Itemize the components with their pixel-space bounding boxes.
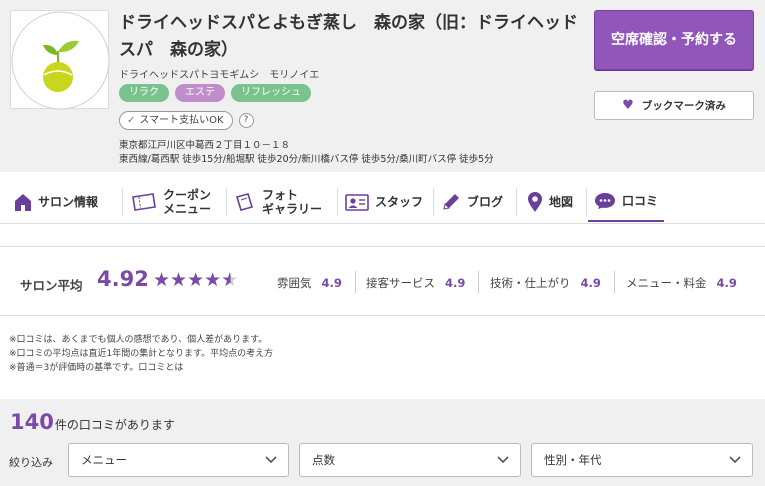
star-icon: ★ [153, 269, 171, 291]
pencil-icon [443, 194, 459, 210]
sub-rating-menu-price: メニュー・料金 4.9 [626, 275, 737, 291]
filter-label: 絞り込み [9, 456, 53, 469]
star-icon: ★ [204, 269, 222, 291]
rating-divider [614, 271, 615, 293]
review-notes: ※口コミは、あくまでも個人の感想であり、個人差があります。 ※口コミの平均点は直… [9, 333, 273, 375]
check-icon: ✓ [127, 115, 136, 126]
note-line: ※普通＝3が評価時の基準です。口コミとは [9, 363, 184, 373]
smart-pay-badge: ✓ スマート支払いOK [119, 111, 233, 130]
smart-pay-row: ✓ スマート支払いOK ? [119, 111, 254, 130]
map-pin-icon [528, 192, 542, 212]
star-rating: ★★★★★ [153, 269, 238, 291]
star-icon: ★ [187, 269, 205, 291]
star-icon: ★ [170, 269, 188, 291]
score-filter-value: 点数 [312, 453, 335, 467]
sub-rating-value: 4.9 [321, 276, 342, 290]
chevron-down-icon [265, 456, 277, 464]
menu-filter-select[interactable]: メニュー [68, 443, 289, 477]
average-label: サロン平均 [20, 278, 83, 293]
review-count-suffix: 件の口コミがあります [54, 418, 175, 432]
note-line: ※口コミは、あくまでも個人の感想であり、個人差があります。 [9, 335, 268, 345]
ticket-icon [132, 193, 156, 211]
half-star-icon: ★ [221, 269, 239, 291]
bookmark-label: ブックマーク済み [641, 100, 726, 112]
sub-rating-label: 接客サービス [366, 276, 435, 290]
tab-divider [122, 188, 123, 216]
salon-header: ドライヘッドスパとよもぎ蒸し 森の家（旧：ドライヘッドスパ 森の家） ドライヘッ… [0, 0, 765, 172]
tab-divider [433, 188, 434, 216]
sub-rating-label: 雰囲気 [277, 276, 312, 290]
sub-rating-value: 4.9 [716, 276, 737, 290]
tab-blog[interactable]: ブログ [441, 182, 503, 222]
salon-address: 東京都江戸川区中葛西２丁目１０－１８ [119, 140, 291, 151]
menu-filter-value: メニュー [81, 453, 127, 467]
sub-rating-service: 接客サービス 4.9 [366, 275, 465, 291]
heart-icon: ♥ [622, 98, 634, 113]
tab-coupon-menu-label: クーポン メニュー [163, 188, 212, 216]
tab-divider [586, 188, 587, 216]
sub-rating-label: メニュー・料金 [626, 276, 707, 290]
tab-divider [226, 188, 227, 216]
average-score: 4.92 [97, 267, 149, 291]
help-icon[interactable]: ? [238, 113, 254, 128]
rating-summary: サロン平均 4.92 ★★★★★ 雰囲気 4.9 接客サービス 4.9 技術・仕上が… [0, 246, 765, 316]
review-count: 140件の口コミがあります [10, 410, 175, 434]
home-icon [15, 194, 31, 211]
note-line: ※口コミの平均点は直近1年間の集計となります。平均点の考え方 [9, 349, 274, 359]
tab-staff-label: スタッフ [375, 195, 424, 209]
reserve-button[interactable]: 空席確認・予約する [594, 10, 754, 70]
speech-bubble-icon [595, 193, 615, 209]
tab-staff[interactable]: スタッフ [345, 182, 423, 222]
salon-tabs: サロン情報 クーポン メニュー フォト ギャラリー スタッフ ブログ 地図 口コ… [0, 172, 765, 224]
rating-divider [355, 271, 356, 293]
review-filters: 140件の口コミがあります 絞り込み メニュー 点数 性別・年代 [0, 399, 765, 486]
gender-age-filter-select[interactable]: 性別・年代 [531, 443, 753, 477]
chevron-down-icon [729, 456, 741, 464]
photo-icon [235, 193, 254, 211]
tab-coupon-menu[interactable]: クーポン メニュー [131, 182, 211, 222]
gender-age-filter-value: 性別・年代 [544, 453, 602, 467]
smart-pay-label: スマート支払いOK [139, 115, 224, 126]
salon-logo [10, 10, 110, 110]
sub-rating-value: 4.9 [580, 276, 601, 290]
review-count-number: 140 [10, 410, 54, 434]
sprout-logo-icon [11, 11, 110, 110]
tag-esthe[interactable]: エステ [175, 84, 225, 102]
tab-salon-info[interactable]: サロン情報 [14, 182, 98, 222]
salon-access: 東西線/葛西駅 徒歩15分/船堀駅 徒歩20分/新川橋バス停 徒歩5分/桑川町バ… [119, 154, 494, 165]
tag-refresh[interactable]: リフレッシュ [231, 84, 311, 102]
sub-rating-label: 技術・仕上がり [490, 276, 571, 290]
tab-map-label: 地図 [549, 195, 574, 209]
tab-divider [337, 188, 338, 216]
chevron-down-icon [497, 456, 509, 464]
salon-title: ドライヘッドスパとよもぎ蒸し 森の家（旧：ドライヘッドスパ 森の家） [119, 13, 578, 60]
tab-photo-gallery-label: フォト ギャラリー [262, 188, 323, 216]
genre-tags: リラク エステ リフレッシュ [119, 84, 311, 102]
tab-blog-label: ブログ [467, 195, 504, 209]
sub-rating-value: 4.9 [445, 276, 466, 290]
sub-rating-atmosphere: 雰囲気 4.9 [277, 275, 342, 291]
tab-map[interactable]: 地図 [527, 182, 573, 222]
tab-divider [516, 188, 517, 216]
salon-kana: ドライヘッドスパトヨモギムシ モリノイエ [119, 70, 320, 81]
tab-salon-info-label: サロン情報 [38, 195, 99, 209]
tab-photo-gallery[interactable]: フォト ギャラリー [234, 182, 322, 222]
tab-reviews-label: 口コミ [622, 194, 659, 208]
id-card-icon [345, 194, 369, 211]
score-filter-select[interactable]: 点数 [299, 443, 521, 477]
sub-rating-technique: 技術・仕上がり 4.9 [490, 275, 601, 291]
salon-address-block: 東京都江戸川区中葛西２丁目１０－１８ 東西線/葛西駅 徒歩15分/船堀駅 徒歩2… [119, 139, 494, 167]
tag-relax[interactable]: リラク [119, 84, 169, 102]
rating-divider [478, 271, 479, 293]
bookmark-button[interactable]: ♥ ブックマーク済み [594, 91, 754, 120]
tab-reviews[interactable]: 口コミ [588, 182, 665, 222]
